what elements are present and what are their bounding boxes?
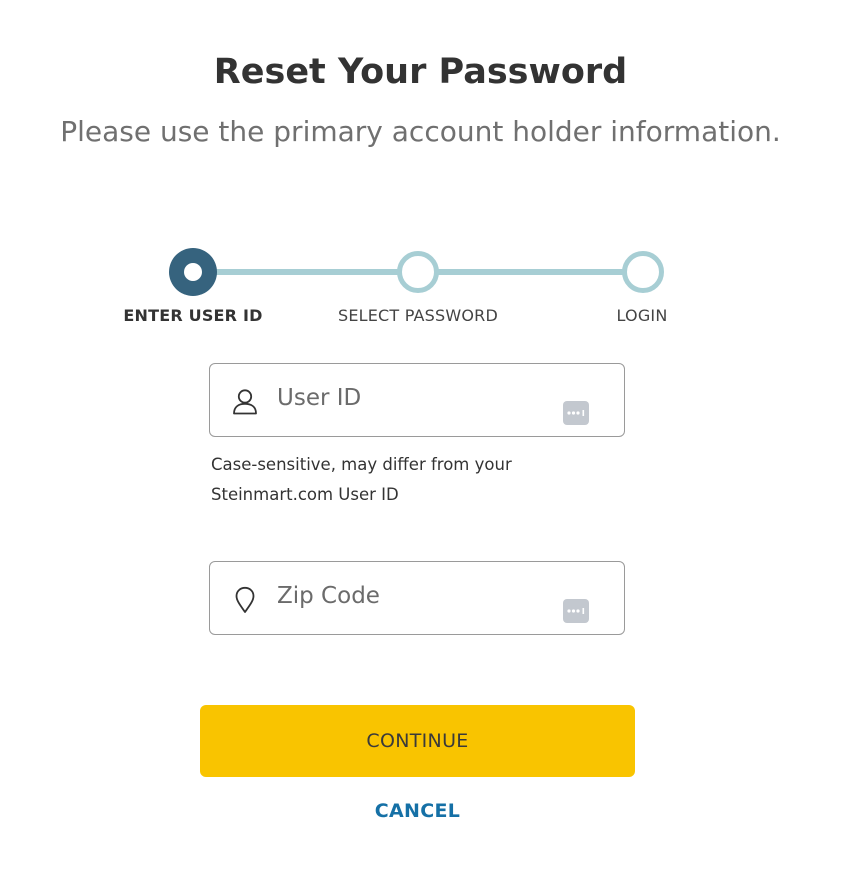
stepper-connector — [210, 269, 405, 275]
page-subtitle: Please use the primary account holder in… — [60, 115, 781, 148]
user-icon — [232, 388, 258, 416]
password-manager-icon[interactable] — [563, 401, 589, 425]
step-indicator-select-password — [397, 251, 439, 293]
zip-code-field[interactable] — [209, 561, 625, 635]
step-indicator-login — [622, 251, 664, 293]
progress-stepper: ENTER USER ID SELECT PASSWORD LOGIN — [0, 248, 841, 338]
step-indicator-enter-user-id — [169, 248, 217, 296]
password-manager-icon[interactable] — [563, 599, 589, 623]
user-id-help-text: Case-sensitive, may differ from your Ste… — [211, 450, 611, 510]
stepper-connector — [436, 269, 626, 275]
continue-button[interactable]: CONTINUE — [200, 705, 635, 777]
location-pin-icon — [232, 586, 258, 614]
user-id-input[interactable] — [277, 378, 547, 418]
help-text-line: Steinmart.com User ID — [211, 485, 399, 504]
step-label-enter-user-id: ENTER USER ID — [123, 306, 263, 325]
page-title: Reset Your Password — [213, 52, 628, 92]
step-label-select-password: SELECT PASSWORD — [337, 306, 499, 325]
zip-code-input[interactable] — [277, 576, 547, 616]
user-id-field[interactable] — [209, 363, 625, 437]
help-text-line: Case-sensitive, may differ from your — [211, 455, 512, 474]
step-label-login: LOGIN — [616, 306, 668, 325]
cancel-link[interactable]: CANCEL — [0, 800, 835, 822]
